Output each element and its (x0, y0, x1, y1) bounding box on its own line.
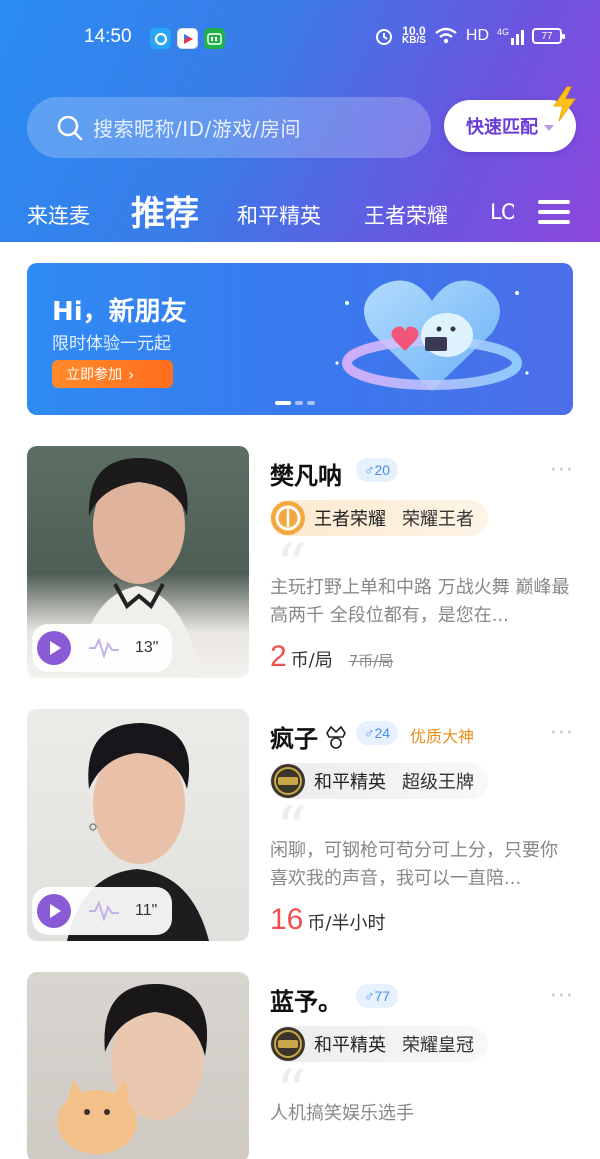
waveform-icon (89, 638, 119, 658)
banner-pagination (275, 401, 315, 405)
play-icon[interactable] (37, 631, 71, 665)
lightning-icon (553, 86, 576, 122)
banner-title: Hi，新朋友 (52, 297, 187, 327)
player-description: 人机搞笑娱乐选手 (270, 1103, 414, 1124)
player-name: 樊凡呐 (270, 462, 342, 490)
app-iqiyi-icon (204, 28, 225, 49)
signal-icon: 4G (497, 27, 525, 45)
player-card[interactable]: 蓝予。 ♂77 ··· 和平精英 荣耀皇冠 “ 人机搞笑娱乐选手 (0, 972, 600, 1159)
avatar-photo (57, 983, 208, 1154)
avatar[interactable]: 13" (27, 446, 249, 678)
pagination-dot (275, 401, 291, 405)
search-placeholder: 搜索昵称/ID/游戏/房间 (93, 117, 302, 141)
gender-age-badge: ♂77 (356, 984, 399, 1008)
player-description: 主玩打野上单和中路 万战火舞 巅峰最高两千 全段位都有，是您在... (270, 577, 570, 626)
game-rank: 荣耀王者 (402, 509, 474, 530)
tab-lianmai[interactable]: 来连麦 (27, 200, 90, 230)
chevron-down-icon (544, 125, 554, 131)
voice-player[interactable]: 11" (32, 887, 172, 935)
tab-lol[interactable]: LO (490, 200, 514, 224)
avatar[interactable] (27, 972, 249, 1159)
price-value: 2 (270, 640, 287, 673)
original-price: 7币/局 (348, 652, 394, 670)
price-unit: 币/半小时 (307, 913, 386, 934)
join-button[interactable]: 立即参加 (52, 360, 173, 388)
banner-subtitle: 限时体验一元起 (52, 334, 171, 354)
status-bar: 14:50 10.0 KB/S HD 4G 77 (0, 22, 600, 56)
game-name: 和平精英 (314, 772, 386, 793)
tab-recommend[interactable]: 推荐 (131, 186, 199, 235)
search-input[interactable]: 搜索昵称/ID/游戏/房间 (27, 97, 431, 158)
network-speed: 10.0 KB/S (402, 24, 426, 46)
hd-indicator: HD (465, 27, 490, 44)
menu-icon[interactable] (538, 198, 576, 226)
app-browser-icon (150, 28, 171, 49)
status-indicators: 10.0 KB/S HD 4G 77 (374, 24, 566, 46)
promo-banner[interactable]: Hi，新朋友 限时体验一元起 立即参加 (27, 263, 573, 415)
crown-icon (326, 725, 346, 749)
player-card[interactable]: 11" 疯子 ♂24 优质大神 ··· 和平精英 超级王牌 “ 闲聊，可钢枪可苟… (0, 709, 600, 949)
quality-badge: 优质大神 (410, 727, 475, 746)
more-icon[interactable]: ··· (550, 460, 574, 482)
game-name: 王者荣耀 (314, 509, 386, 530)
price: 2 币/局 7币/局 (270, 640, 393, 674)
player-name: 疯子 (270, 725, 318, 753)
banner-illustration (335, 280, 529, 391)
pagination-dot (295, 401, 303, 405)
waveform-icon (89, 901, 119, 921)
voice-duration: 13" (135, 639, 159, 656)
price: 16 币/半小时 (270, 903, 385, 937)
player-description: 闲聊，可钢枪可苟分可上分，只要你喜欢我的声音，我可以一直陪... (270, 840, 558, 889)
app-youku-icon (177, 28, 198, 49)
battery-icon: 77 (532, 28, 566, 44)
gender-age-badge: ♂20 (356, 458, 399, 482)
header: 14:50 10.0 KB/S HD 4G 77 搜索昵称/ID/游戏/房间 快… (0, 0, 600, 242)
player-name: 蓝予。 (270, 988, 342, 1016)
status-app-icons (150, 28, 225, 49)
voice-duration: 11" (135, 902, 158, 919)
category-tabs: 来连麦 推荐 和平精英 王者荣耀 LO (0, 180, 600, 240)
status-time: 14:50 (84, 26, 132, 47)
alarm-icon (376, 29, 392, 45)
search-icon (57, 115, 83, 140)
pagination-dot (307, 401, 315, 405)
wifi-icon (435, 27, 457, 44)
game-name: 和平精英 (314, 1035, 386, 1056)
more-icon[interactable]: ··· (550, 986, 574, 1008)
gender-age-badge: ♂24 (356, 721, 399, 745)
more-icon[interactable]: ··· (550, 723, 574, 745)
price-unit: 币/局 (290, 650, 333, 671)
price-value: 16 (270, 903, 304, 936)
tab-peace-elite[interactable]: 和平精英 (237, 200, 321, 230)
avatar[interactable]: 11" (27, 709, 249, 941)
game-rank: 荣耀皇冠 (402, 1035, 474, 1056)
player-card[interactable]: 13" 樊凡呐 ♂20 ··· 王者荣耀 荣耀王者 “ 主玩打野上单和中路 万战… (0, 446, 600, 686)
voice-player[interactable]: 13" (32, 624, 172, 672)
game-rank: 超级王牌 (402, 772, 474, 793)
play-icon[interactable] (37, 894, 71, 928)
tab-honor-of-kings[interactable]: 王者荣耀 (364, 200, 448, 230)
